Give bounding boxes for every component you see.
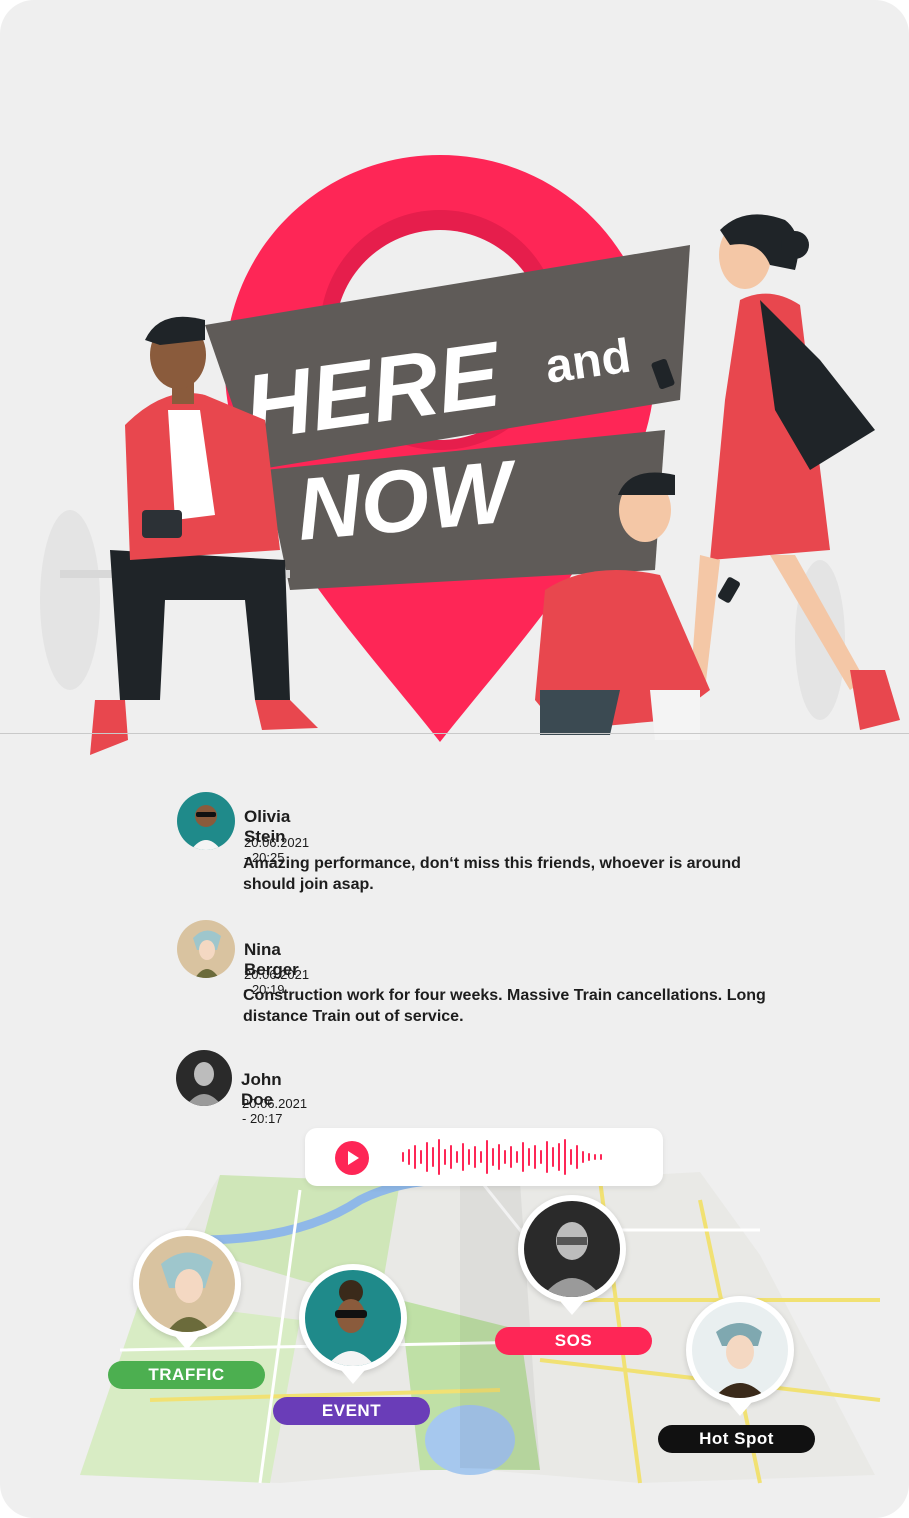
play-icon[interactable]	[335, 1141, 369, 1175]
avatar[interactable]	[177, 920, 235, 978]
tag-event[interactable]: EVENT	[273, 1397, 430, 1425]
ground-line	[0, 733, 909, 734]
audio-player[interactable]	[305, 1128, 663, 1186]
avatar	[139, 1236, 235, 1332]
post-text: Amazing performance, don‘t miss this fri…	[243, 855, 741, 893]
tag-traffic[interactable]: TRAFFIC	[108, 1361, 265, 1389]
tag-hotspot[interactable]: Hot Spot	[658, 1425, 815, 1453]
map-pin-event[interactable]	[299, 1264, 407, 1384]
map-pin-hotspot[interactable]	[686, 1296, 794, 1416]
avatar	[524, 1201, 620, 1297]
waveform-icon	[402, 1139, 602, 1175]
hero-title-now: NOW	[293, 441, 523, 559]
app-card: HERE and NOW Olivia Stein 20.06.2021 - 2…	[0, 0, 909, 1518]
tag-sos[interactable]: SOS	[495, 1327, 652, 1355]
hero-illustration: HERE and NOW	[40, 155, 900, 755]
map-pin-traffic[interactable]	[133, 1230, 241, 1350]
map-pin-sos[interactable]	[518, 1195, 626, 1315]
avatar	[305, 1270, 401, 1366]
avatar[interactable]	[176, 1050, 232, 1106]
avatar	[692, 1302, 788, 1398]
avatar[interactable]	[177, 792, 235, 850]
post-text: Construction work for four weeks. Massiv…	[243, 987, 766, 1025]
